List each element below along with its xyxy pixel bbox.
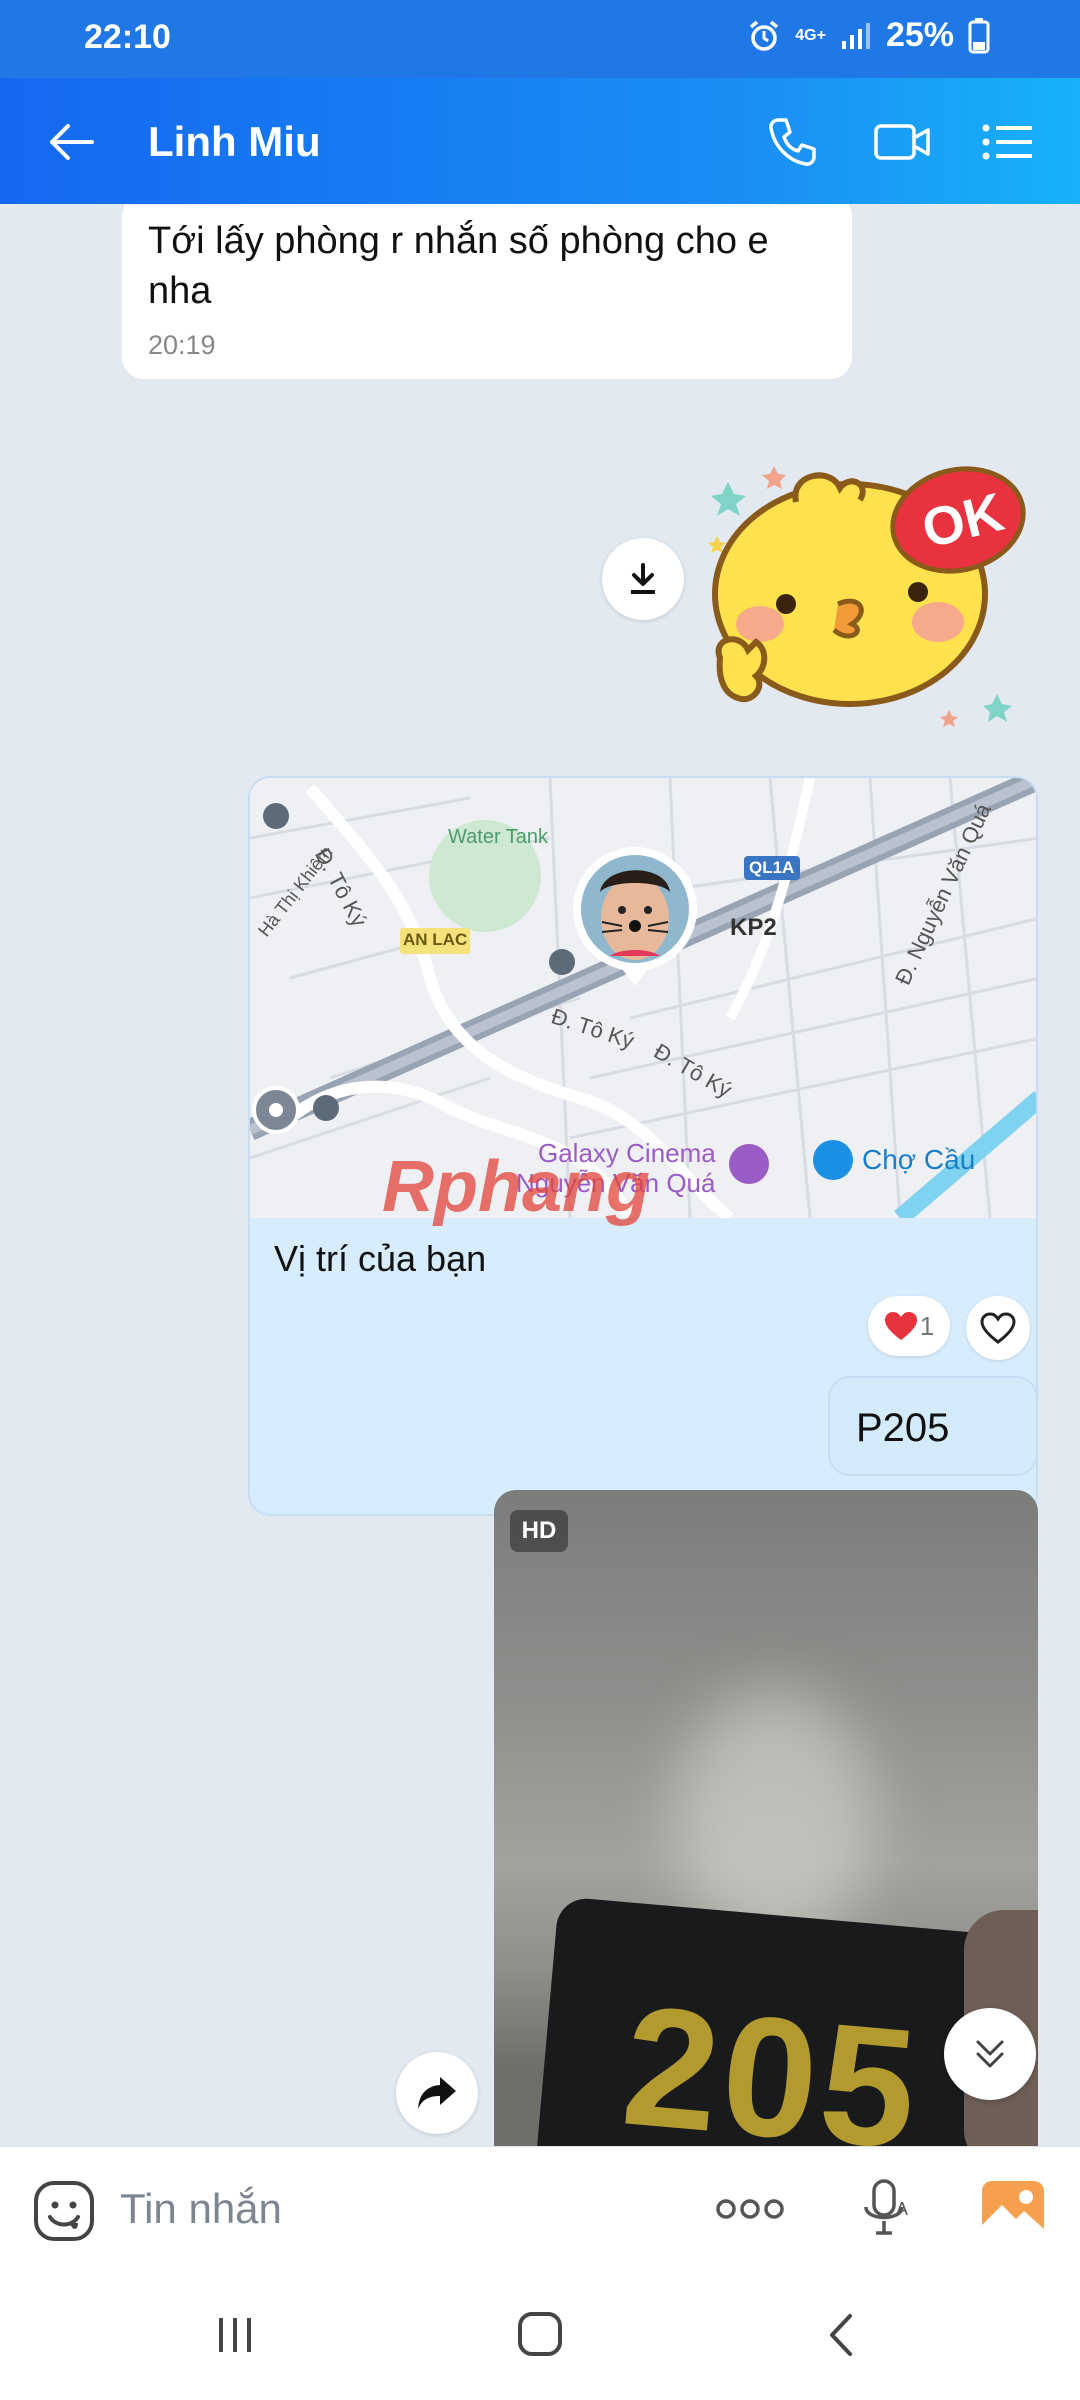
map-label-kp2: KP2 (730, 914, 777, 941)
outgoing-message[interactable]: P205 (828, 1376, 1038, 1476)
status-bar: 22:10 4G+ 25% (0, 0, 1080, 78)
status-time: 22:10 (84, 18, 171, 56)
message-input[interactable]: Tin nhắn (120, 2185, 282, 2233)
more-dots-icon (716, 2199, 784, 2219)
map-label-an-lac: AN LAC (403, 930, 468, 949)
smiley-icon (34, 2181, 94, 2241)
message-list[interactable]: Tới lấy phòng r nhắn số phòng cho e nha … (0, 204, 1080, 2146)
room-key-number: 205 (616, 1970, 928, 2146)
composer-bar: Tin nhắn A (0, 2146, 1080, 2270)
add-reaction-button[interactable] (966, 1296, 1030, 1360)
video-call-button[interactable] (872, 112, 932, 172)
recent-apps-button[interactable] (210, 2310, 260, 2360)
chevron-left-icon (830, 2314, 852, 2356)
photo-gallery-button[interactable] (980, 2177, 1046, 2241)
scroll-to-bottom-button[interactable] (944, 2008, 1036, 2100)
message-text: Tới lấy phòng r nhắn số phòng cho e nha (148, 220, 769, 312)
system-back-button[interactable] (818, 2310, 868, 2360)
forward-button[interactable] (396, 2052, 478, 2134)
home-square-icon (518, 2312, 562, 2356)
battery-percent: 25% (885, 16, 954, 54)
download-sticker-button[interactable] (602, 538, 684, 620)
image-gallery-icon (982, 2181, 1044, 2237)
heart-outline-icon (980, 1312, 1016, 1344)
reaction-summary[interactable]: 1 (868, 1296, 950, 1356)
download-icon (631, 563, 655, 594)
microphone-icon: A (864, 2179, 908, 2235)
list-menu-icon (982, 124, 1032, 160)
voice-input-button[interactable]: A (854, 2175, 918, 2243)
system-nav-bar (0, 2270, 1080, 2400)
double-chevron-down-icon (976, 2040, 1004, 2068)
back-button[interactable] (40, 110, 104, 174)
location-pin-avatar (570, 844, 700, 994)
home-button[interactable] (514, 2308, 566, 2360)
reaction-count: 1 (919, 1310, 935, 1341)
battery-icon (968, 17, 990, 53)
red-heart-icon (884, 1312, 917, 1340)
location-caption: Vị trí của bạn (274, 1238, 487, 1279)
hd-badge: HD (510, 1510, 568, 1552)
incoming-message[interactable]: Tới lấy phòng r nhắn số phòng cho e nha … (122, 204, 852, 379)
voice-call-button[interactable] (762, 112, 822, 172)
contact-name[interactable]: Linh Miu (148, 118, 321, 166)
recent-apps-icon (219, 2318, 251, 2352)
svg-text:A: A (896, 2199, 908, 2219)
chat-header: Linh Miu (0, 78, 1080, 204)
map-thumbnail[interactable]: Water Tank AN LAC QL1A KP2 Đ. Tô Ký Đ. T… (250, 778, 1036, 1227)
map-label-cho-cau: Chợ Cầu (862, 1144, 976, 1175)
more-options-button[interactable] (714, 2185, 786, 2233)
conversation-options-button[interactable] (978, 112, 1038, 172)
watermark-logo: Rphang (382, 1147, 650, 1227)
message-text: P205 (856, 1406, 950, 1450)
video-camera-icon (874, 124, 930, 160)
signal-icon (841, 22, 870, 49)
message-reactions: 1 (868, 1296, 1030, 1360)
alarm-icon (750, 20, 779, 51)
message-time: 20:19 (148, 330, 216, 360)
map-label-ql1a: QL1A (749, 858, 795, 877)
share-arrow-icon (418, 2077, 456, 2109)
status-icons: 4G+ 25% (747, 16, 990, 55)
emoji-sticker-button[interactable] (32, 2179, 96, 2243)
ok-chick-sticker[interactable]: OK (700, 454, 1040, 754)
map-label-water-tank: Water Tank (448, 826, 549, 848)
back-arrow-icon (50, 124, 94, 160)
phone-icon (769, 118, 816, 166)
network-label: 4G+ (795, 26, 826, 44)
